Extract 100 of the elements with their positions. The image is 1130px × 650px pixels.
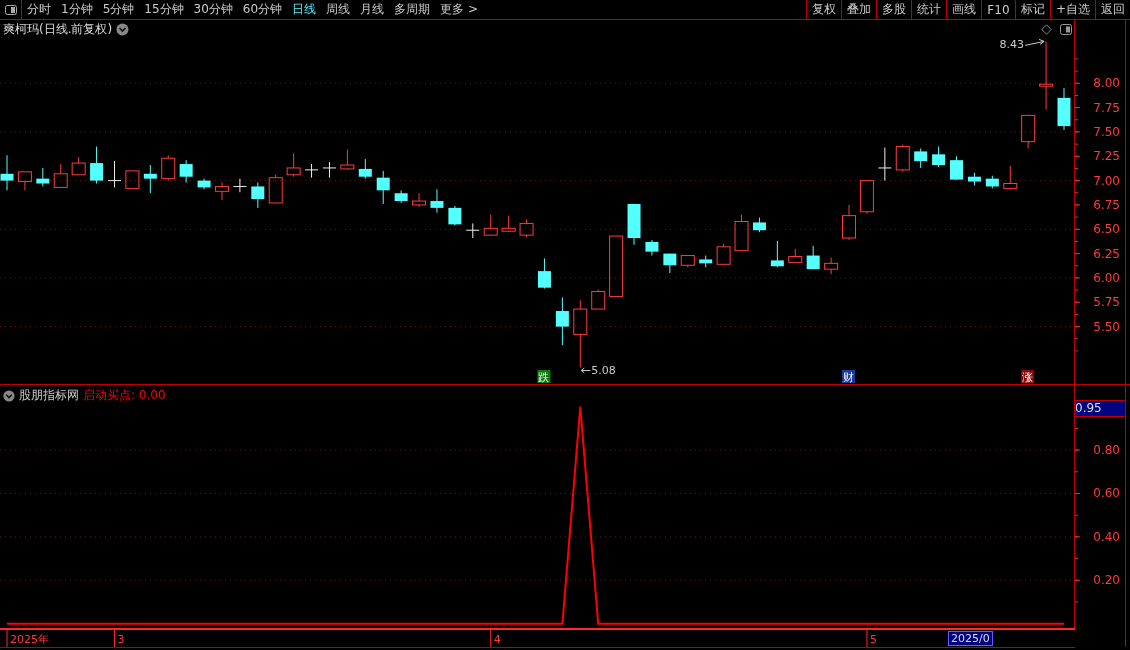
stock-title: 爽柯玛(日线.前复权): [3, 21, 113, 38]
toolbar-button[interactable]: 标记: [1014, 0, 1050, 19]
dropdown-icon[interactable]: [3, 389, 15, 402]
axis-label: 6.25: [1093, 246, 1120, 261]
axis-label: 5.50: [1093, 319, 1120, 334]
candlestick: [716, 243, 731, 265]
candlestick: [268, 174, 283, 204]
candlestick: [36, 167, 50, 187]
candlestick: [251, 182, 265, 209]
candlestick: [53, 163, 68, 188]
toolbar-button[interactable]: +自选: [1049, 0, 1095, 19]
high-price-label: 8.43: [999, 38, 1025, 52]
dropdown-icon[interactable]: [116, 23, 130, 36]
candlestick: [448, 205, 462, 226]
cursor-date-label: 2025/0: [948, 631, 993, 646]
axis-label: 0.60: [1093, 486, 1120, 501]
panel-toggle-icon: [4, 4, 17, 15]
toolbar-button[interactable]: 复权: [805, 0, 841, 19]
candlestick: [967, 172, 981, 186]
candlestick: [376, 170, 390, 205]
candlestick: [806, 245, 820, 270]
candlestick: [143, 164, 157, 194]
candlestick: [1057, 87, 1071, 131]
candlestick: [501, 215, 516, 233]
axis-label: 6.00: [1093, 270, 1120, 285]
candlestick: [627, 203, 641, 246]
period-tab[interactable]: 1分钟: [56, 0, 98, 19]
axis-label: 7.50: [1093, 124, 1120, 139]
candlestick: [950, 155, 963, 181]
toolbar-button[interactable]: 返回: [1095, 0, 1130, 19]
candlestick: [197, 178, 211, 190]
axis-label: 8.00: [1093, 76, 1120, 91]
toolbar-button[interactable]: 画线: [945, 0, 981, 19]
toolbar-button[interactable]: 多股: [875, 0, 911, 19]
candlestick: [734, 214, 749, 252]
period-tab[interactable]: 30分钟: [188, 0, 238, 19]
candlestick: [322, 161, 337, 179]
candlestick: [17, 171, 32, 191]
candlestick: [161, 154, 176, 182]
axis-label: 0.80: [1093, 443, 1120, 458]
candlestick: [1039, 40, 1054, 111]
signal-badge: 涨: [1021, 370, 1035, 384]
period-tab[interactable]: 周线: [321, 0, 356, 19]
candlestick: [232, 178, 247, 193]
toolbar-button[interactable]: 叠加: [840, 0, 876, 19]
candlestick: [932, 146, 946, 168]
axis-label: 7.25: [1093, 149, 1120, 164]
diamond-icon[interactable]: [1041, 24, 1052, 35]
axis-label: 6.75: [1093, 197, 1120, 212]
period-tab[interactable]: 5分钟: [97, 0, 140, 19]
date-label: 3: [117, 633, 125, 646]
period-tab[interactable]: 日线: [287, 0, 322, 19]
candlestick: [358, 158, 372, 180]
period-tab[interactable]: 15分钟: [139, 0, 189, 19]
candlestick: [519, 219, 534, 238]
candlestick: [573, 299, 588, 368]
candlestick: [179, 159, 193, 184]
period-tab[interactable]: 分时: [22, 0, 56, 19]
date-label: 5: [869, 633, 877, 646]
indicator-name: 股朋指标网: [19, 387, 79, 404]
candlestick: [90, 146, 104, 184]
candlestick: [555, 296, 569, 346]
candlestick: [824, 257, 839, 275]
period-tab[interactable]: 月线: [355, 0, 390, 19]
candlestick: [680, 255, 695, 268]
leader-line: [1024, 38, 1045, 46]
axis-label: 7.00: [1093, 173, 1120, 188]
current-value-label: 0.95: [1075, 400, 1125, 417]
candlestick: [107, 160, 122, 188]
candlestick: [985, 175, 999, 189]
period-tab[interactable]: 多周期: [389, 0, 436, 19]
indicator-value: 启动买点: 0.00: [83, 387, 166, 404]
panel-toggle-icon[interactable]: [1060, 24, 1072, 35]
signal-badge: 跌: [537, 370, 551, 384]
axis-label: 5.75: [1093, 295, 1120, 310]
candlestick: [340, 148, 355, 171]
candlestick: [71, 156, 86, 176]
candlestick: [394, 189, 408, 204]
candlestick: [215, 182, 229, 201]
candlestick: [859, 180, 874, 215]
leader-line: [580, 367, 591, 374]
toolbar-button[interactable]: F10: [980, 0, 1015, 19]
candlestick: [465, 222, 480, 239]
candlestick: [770, 240, 784, 268]
candlestick: [609, 235, 624, 297]
axis-label: 7.75: [1093, 100, 1120, 115]
candlestick: [483, 214, 498, 236]
period-tab[interactable]: 更多 >: [435, 0, 483, 19]
candlestick: [1003, 165, 1018, 189]
candlestick: [537, 257, 551, 290]
candlestick: [914, 148, 928, 169]
candlestick: [663, 253, 677, 274]
date-label: 4: [493, 633, 501, 646]
candlestick: [842, 204, 856, 241]
candlestick: [788, 248, 803, 263]
candlestick: [699, 255, 713, 268]
toolbar-button[interactable]: 统计: [910, 0, 946, 19]
candlestick: [430, 188, 444, 214]
period-tab[interactable]: 60分钟: [237, 0, 288, 19]
candlestick: [412, 192, 427, 208]
